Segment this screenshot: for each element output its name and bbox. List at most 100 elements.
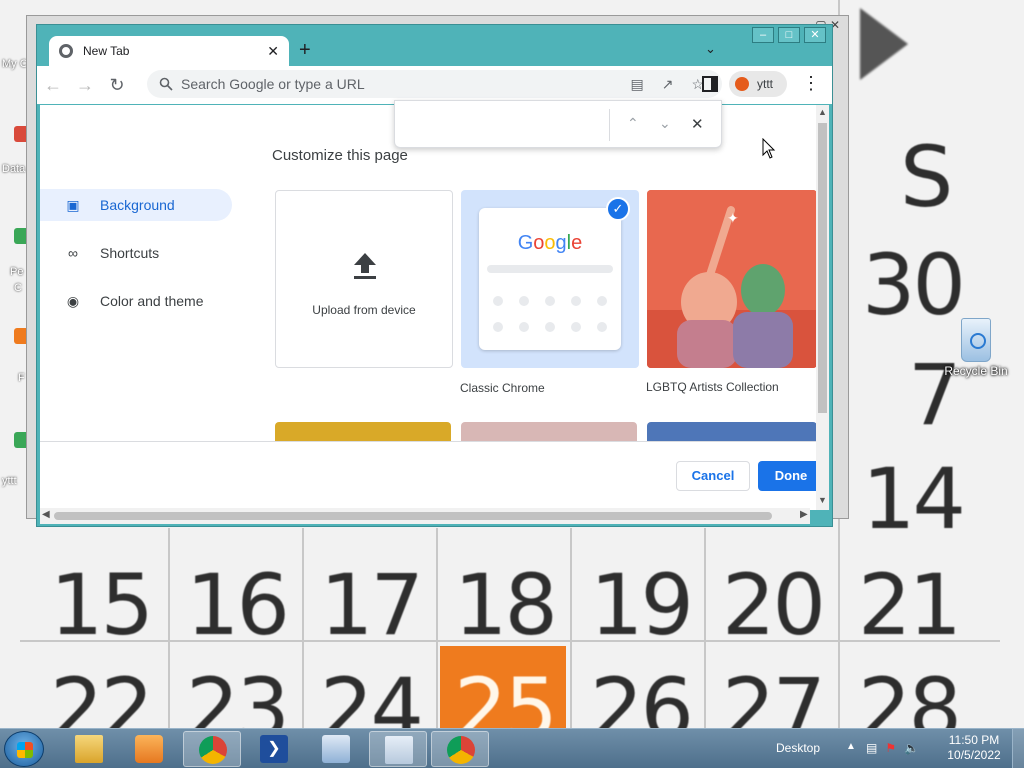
show-desktop-button[interactable] (1012, 729, 1024, 768)
profile-button[interactable]: yttt (729, 71, 787, 97)
network-icon[interactable]: ▤ (866, 741, 877, 755)
volume-icon[interactable]: 🔈 (904, 741, 919, 755)
background-tile[interactable] (461, 422, 637, 442)
nav-label: Shortcuts (100, 245, 160, 261)
desktop-icon-label[interactable]: My C (2, 58, 28, 70)
taskbar-app[interactable] (307, 731, 365, 767)
desktop-icon-label[interactable]: Pe (10, 266, 23, 278)
desktop-icon-label[interactable]: F (18, 372, 25, 384)
vertical-scrollbar[interactable]: ▲ ▼ (816, 105, 829, 510)
taskbar-explorer[interactable] (60, 731, 118, 767)
horizontal-scrollbar[interactable]: ◀ ▶ (40, 508, 810, 524)
show-hidden-icons-icon[interactable]: ▲ (846, 741, 856, 752)
scroll-down-icon[interactable]: ▼ (818, 495, 827, 505)
nav-shortcuts[interactable]: ∞ Shortcuts (40, 237, 232, 269)
background-tile[interactable] (275, 422, 451, 442)
taskbar-media-player[interactable] (120, 731, 178, 767)
start-button[interactable] (4, 731, 44, 767)
scroll-up-icon[interactable]: ▲ (818, 107, 827, 117)
search-icon (159, 77, 173, 91)
nav-background[interactable]: ▣ Background (40, 189, 232, 221)
find-close-icon[interactable]: ✕ (691, 115, 704, 133)
omnibox-placeholder: Search Google or type a URL (181, 76, 365, 92)
taskbar-powershell[interactable]: ❯ (245, 731, 303, 767)
calendar-day: 26 (590, 660, 694, 728)
new-tab-button[interactable]: + (299, 39, 311, 61)
action-center-flag-icon[interactable]: ⚑ (885, 741, 896, 755)
forward-icon[interactable]: → (69, 75, 101, 96)
link-icon: ∞ (68, 245, 78, 261)
calendar-day: 16 (186, 556, 290, 654)
vertical-scroll-thumb[interactable] (818, 123, 827, 413)
done-button[interactable]: Done (758, 461, 824, 491)
omnibox[interactable]: Search Google or type a URL ▤ ↗ ☆ (147, 70, 722, 98)
nav-color-and-theme[interactable]: ◉ Color and theme (40, 285, 232, 317)
clock-time: 11:50 PM (948, 733, 1000, 747)
desktop-icon-label[interactable]: C (14, 282, 22, 294)
nav-label: Background (100, 197, 175, 213)
lgbtq-artists-collection-tile[interactable]: ✦ (647, 190, 817, 368)
desktop-toolbar-label[interactable]: Desktop (776, 741, 820, 755)
selected-check-icon: ✓ (606, 197, 630, 221)
recycle-bin[interactable]: Recycle Bin (944, 318, 1008, 378)
find-input[interactable] (405, 111, 601, 139)
preview-search-bar (487, 265, 613, 273)
taskbar-chrome[interactable] (183, 731, 241, 767)
palette-icon: ◉ (66, 292, 80, 309)
folder-icon (75, 735, 103, 763)
toolbar: ← → ↻ Search Google or type a URL ▤ ↗ ☆ … (37, 66, 832, 104)
calendar-day: S (900, 128, 953, 226)
upload-from-device-tile[interactable]: Upload from device (275, 190, 453, 368)
document-icon (385, 736, 413, 764)
calendar-arrow (860, 8, 908, 80)
calendar-day: 17 (320, 556, 424, 654)
find-next-icon[interactable]: ⌄ (659, 115, 671, 132)
share-icon[interactable]: ↗ (662, 76, 674, 93)
tab-new-tab[interactable]: New Tab ✕ (49, 36, 289, 66)
calendar-day: 22 (50, 660, 154, 728)
google-logo: Google (517, 232, 583, 254)
classic-chrome-preview: Google (479, 208, 621, 350)
tab-search-chevron-icon[interactable]: ⌄ (705, 41, 716, 57)
svg-text:✦: ✦ (727, 211, 739, 227)
image-icon: ▣ (66, 196, 80, 213)
calendar-day: 15 (50, 556, 154, 654)
calendar-day: 18 (454, 556, 558, 654)
powershell-icon: ❯ (260, 735, 288, 763)
close-tab-icon[interactable]: ✕ (267, 43, 279, 60)
clock[interactable]: 11:50 PM 10/5/2022 (944, 733, 1004, 763)
calendar-today: 25 (454, 660, 558, 728)
calendar-day: 23 (186, 660, 290, 728)
customize-dialog: Customize this page ▣ Background ∞ Short… (40, 105, 824, 510)
scroll-right-icon[interactable]: ▶ (800, 509, 808, 520)
app-window-icon (322, 735, 350, 763)
background-tile[interactable] (647, 422, 817, 442)
tab-title: New Tab (83, 44, 130, 58)
horizontal-scroll-thumb[interactable] (54, 512, 772, 520)
system-tray: ▤ ⚑ 🔈 (866, 741, 919, 755)
taskbar-chrome-2[interactable] (431, 731, 489, 767)
find-previous-icon[interactable]: ⌃ (627, 115, 639, 132)
taskbar-document[interactable] (369, 731, 427, 767)
back-icon[interactable]: ← (37, 75, 69, 96)
calendar-day: 14 (862, 450, 966, 548)
chrome-icon (447, 736, 475, 764)
desktop-icon-label[interactable]: Data (2, 163, 25, 175)
chrome-favicon-icon (59, 44, 73, 58)
scroll-left-icon[interactable]: ◀ (42, 509, 50, 520)
more-menu-icon[interactable]: ⋮ (802, 74, 820, 92)
lgbtq-artwork-image: ✦ (647, 190, 817, 368)
lens-search-icon[interactable]: ▤ (630, 76, 643, 93)
upload-label: Upload from device (312, 303, 416, 317)
find-bar: ⌃ ⌄ ✕ (394, 100, 722, 148)
profile-name: yttt (757, 77, 774, 91)
mouse-cursor-icon (762, 138, 776, 159)
desktop-icon-label[interactable]: yttt (2, 475, 17, 487)
side-panel-icon[interactable] (702, 76, 718, 92)
cancel-button[interactable]: Cancel (676, 461, 750, 491)
upload-icon (354, 253, 376, 279)
reload-icon[interactable]: ↻ (101, 75, 133, 96)
taskbar: ❯ Desktop ▲ ▤ ⚑ 🔈 11:50 PM 10/5/2022 (0, 728, 1024, 768)
calendar-day: 21 (858, 556, 962, 654)
calendar-day: 27 (722, 660, 826, 728)
